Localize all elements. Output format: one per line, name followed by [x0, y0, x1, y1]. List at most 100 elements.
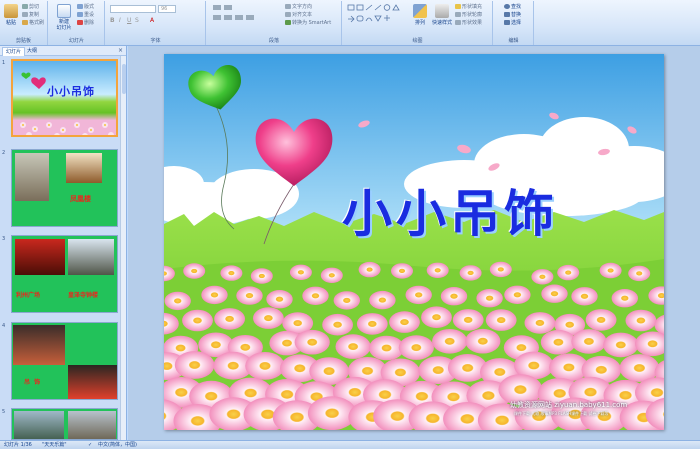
- arrange-button[interactable]: 排列: [411, 4, 429, 26]
- shape-outline-button[interactable]: 形状轮廓: [455, 12, 482, 19]
- delete-button[interactable]: 删除: [77, 20, 94, 27]
- close-pane-icon[interactable]: ×: [118, 47, 123, 54]
- slide-thumbnail-3[interactable]: 利州广场 皇泽寺钟楼: [11, 235, 118, 313]
- clipboard-group: 粘贴 剪切 复制 格式刷 剪贴板: [0, 1, 48, 45]
- shape-outline-label: 形状轮廓: [462, 12, 483, 18]
- slide-thumbnail-5[interactable]: [11, 408, 118, 440]
- daisy-flower: [531, 269, 554, 285]
- smartart-label: 转换为 SmartArt: [292, 20, 332, 26]
- daisy-flower: [182, 309, 213, 332]
- paste-label: 粘贴: [5, 20, 16, 26]
- daisy-flower: [625, 309, 657, 332]
- strikethrough-button[interactable]: S: [135, 17, 139, 24]
- reset-label: 重设: [84, 12, 95, 18]
- daisy-flower: [541, 284, 568, 303]
- layout-icon: [77, 4, 83, 9]
- daisy-flower: [289, 264, 312, 280]
- daisy-flower: [465, 328, 501, 354]
- slide-number: 1: [2, 60, 6, 66]
- underline-button[interactable]: U: [127, 17, 131, 24]
- current-slide[interactable]: 小小吊饰 幼教资源网站 ziyuan.baby611.com 课件下载 儿歌 故…: [164, 54, 664, 430]
- daisy-flower: [405, 285, 432, 305]
- slide-title[interactable]: 小小吊饰: [342, 174, 558, 246]
- layout-button[interactable]: 版式: [77, 4, 94, 11]
- align-left-icon[interactable]: [213, 15, 221, 20]
- thumb-3-caption-right: 皇泽寺钟楼: [68, 292, 99, 299]
- slide-thumbnail-2[interactable]: 凤凰楼: [11, 149, 118, 227]
- watermark-sub: 课件下载 儿歌 故事MP3 FLASH课件下载 试卷下载等: [514, 411, 609, 416]
- italic-button[interactable]: I: [119, 17, 121, 24]
- tab-slides[interactable]: 幻灯片: [2, 47, 26, 56]
- tab-outline[interactable]: 大纲: [24, 47, 40, 56]
- slide-count: 幻灯片 1/36: [4, 442, 32, 448]
- paste-button[interactable]: 粘贴: [2, 4, 20, 26]
- daisy-flower: [489, 261, 512, 278]
- align-right-icon[interactable]: [235, 15, 243, 20]
- font-color-button[interactable]: A: [150, 17, 154, 24]
- quick-styles-button[interactable]: 快速样式: [431, 4, 453, 26]
- numbering-icon[interactable]: [224, 5, 232, 10]
- text-direction-button[interactable]: 文字方向: [285, 4, 312, 11]
- bullets-icon[interactable]: [213, 5, 221, 10]
- align-text-button[interactable]: 对齐文本: [285, 12, 312, 19]
- arrange-icon: [413, 4, 427, 18]
- justify-icon[interactable]: [246, 15, 254, 20]
- find-button[interactable]: 查找: [504, 4, 521, 11]
- scrollbar-thumb[interactable]: [122, 64, 126, 94]
- daisy-flower: [214, 308, 245, 330]
- reset-icon: [77, 12, 83, 17]
- pane-scrollbar[interactable]: [120, 56, 126, 440]
- daisy-flower: [603, 332, 639, 358]
- shapes-gallery[interactable]: [347, 4, 407, 28]
- thumb-5-photo-2: [68, 411, 116, 439]
- daisy-flower: [485, 309, 517, 331]
- replace-label: 替换: [511, 12, 522, 18]
- quick-styles-icon: [435, 4, 449, 18]
- cut-button[interactable]: 剪切: [22, 4, 39, 11]
- ribbon: 粘贴 剪切 复制 格式刷 剪贴板 新建 幻灯片 版式 重设 删除 幻灯片 96 …: [0, 0, 700, 46]
- shape-effects-button[interactable]: 形状效果: [455, 20, 482, 27]
- reset-button[interactable]: 重设: [77, 12, 94, 19]
- slide-number: 2: [2, 150, 6, 156]
- daisy-flower: [611, 289, 638, 308]
- thumb-3-caption-left: 利州广场: [16, 292, 41, 299]
- font-size-field[interactable]: 96: [158, 5, 176, 13]
- bold-button[interactable]: B: [110, 17, 115, 24]
- select-label: 选择: [511, 20, 522, 26]
- daisy-flower: [504, 285, 531, 304]
- smartart-icon: [285, 20, 291, 25]
- language-indicator[interactable]: 中文(简体，中国): [98, 441, 137, 449]
- daisy-flower: [245, 352, 285, 380]
- slides-pane: 幻灯片 大纲 × 1 小小吊饰 2 凤凰楼 3 利州广场 皇泽寺钟楼 4 吊 饰…: [0, 46, 127, 440]
- thumb-1-title: 小小吊饰: [47, 85, 95, 98]
- copy-button[interactable]: 复制: [22, 12, 39, 19]
- slide-thumbnail-4[interactable]: 吊 饰: [11, 322, 118, 400]
- daisy-flower: [201, 285, 228, 305]
- daisy-flower: [236, 286, 263, 305]
- format-painter-button[interactable]: 格式刷: [22, 20, 44, 27]
- pavilion-photo: [66, 153, 102, 183]
- spellcheck-icon[interactable]: ✓: [88, 441, 92, 449]
- daisy-flower: [557, 264, 580, 281]
- daisy-flower: [628, 265, 651, 282]
- align-center-icon[interactable]: [224, 15, 232, 20]
- select-button[interactable]: 选择: [504, 20, 521, 27]
- font-name-field[interactable]: [110, 5, 156, 13]
- thumb-4-caption: 吊 饰: [24, 379, 41, 386]
- pane-tabs: 幻灯片 大纲 ×: [0, 46, 126, 56]
- daisy-flower: [174, 351, 215, 379]
- daisy-flower: [369, 290, 396, 310]
- shape-fill-button[interactable]: 形状填充: [455, 4, 482, 11]
- font-group: 96 B I U S A 字体: [106, 1, 206, 45]
- replace-button[interactable]: 替换: [504, 12, 521, 19]
- font-format-buttons: B I U S A: [110, 17, 200, 25]
- text-direction-icon: [285, 4, 291, 9]
- slide-thumbnail-1[interactable]: 小小吊饰: [11, 59, 118, 137]
- layout-label: 版式: [84, 4, 95, 10]
- paste-icon: [4, 4, 18, 18]
- smartart-button[interactable]: 转换为 SmartArt: [285, 20, 331, 27]
- arrange-label: 排列: [414, 20, 425, 26]
- daisy-flower: [356, 313, 388, 335]
- new-slide-button[interactable]: 新建 幻灯片: [53, 4, 75, 31]
- fill-icon: [455, 4, 461, 9]
